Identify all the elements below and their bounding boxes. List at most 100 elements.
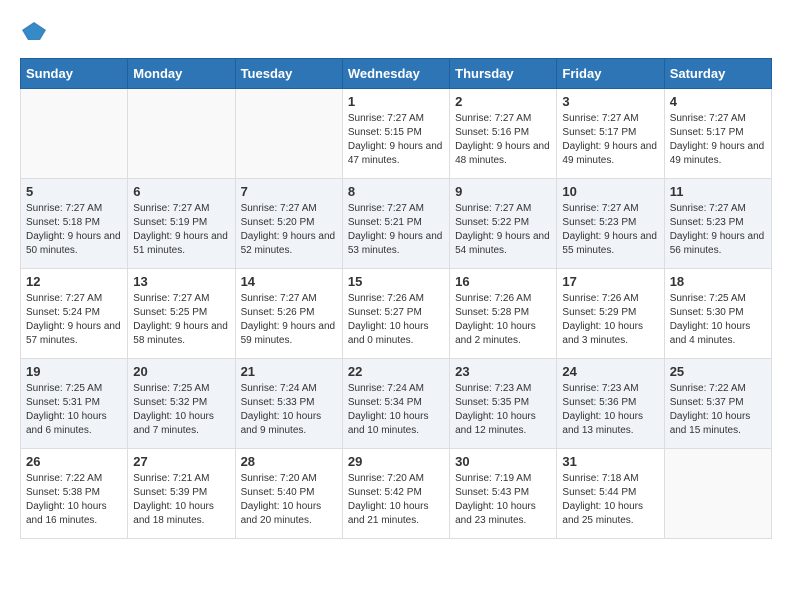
weekday-header-wednesday: Wednesday (342, 59, 449, 89)
day-number: 31 (562, 454, 658, 469)
logo-icon (20, 20, 48, 42)
day-number: 26 (26, 454, 122, 469)
day-content: Sunrise: 7:19 AM Sunset: 5:43 PM Dayligh… (455, 472, 551, 528)
calendar-cell: 20 Sunrise: 7:25 AM Sunset: 5:32 PM Dayli… (128, 359, 235, 449)
day-number: 3 (562, 94, 658, 109)
calendar-cell: 11Sunrise: 7:27 AM Sunset: 5:23 PM Dayli… (664, 179, 771, 269)
day-number: 23 (455, 364, 551, 379)
calendar-cell: 13 Sunrise: 7:27 AM Sunset: 5:25 PM Dayli… (128, 269, 235, 359)
day-content: Sunrise: 7:25 AM Sunset: 5:30 PM Dayligh… (670, 292, 766, 348)
day-content: Sunrise: 7:26 AM Sunset: 5:28 PM Dayligh… (455, 292, 551, 348)
logo (20, 20, 52, 42)
day-content: Sunrise: 7:20 AM Sunset: 5:40 PM Dayligh… (241, 472, 337, 528)
calendar-cell: 23 Sunrise: 7:23 AM Sunset: 5:35 PM Dayli… (450, 359, 557, 449)
day-number: 20 (133, 364, 229, 379)
day-content: Sunrise: 7:27 AM Sunset: 5:22 PM Dayligh… (455, 202, 551, 258)
calendar-cell: 15 Sunrise: 7:26 AM Sunset: 5:27 PM Dayli… (342, 269, 449, 359)
day-number: 21 (241, 364, 337, 379)
page-header (20, 20, 772, 42)
day-number: 4 (670, 94, 766, 109)
day-content: Sunrise: 7:27 AM Sunset: 5:23 PM Dayligh… (562, 202, 658, 258)
calendar-cell: 6 Sunrise: 7:27 AM Sunset: 5:19 PM Daylig… (128, 179, 235, 269)
day-content: Sunrise: 7:27 AM Sunset: 5:20 PM Dayligh… (241, 202, 337, 258)
day-content: Sunrise: 7:27 AM Sunset: 5:17 PM Dayligh… (670, 112, 766, 168)
calendar-cell: 21 Sunrise: 7:24 AM Sunset: 5:33 PM Dayli… (235, 359, 342, 449)
day-number: 15 (348, 274, 444, 289)
day-content: Sunrise: 7:27 AM Sunset: 5:24 PM Dayligh… (26, 292, 122, 348)
day-content: Sunrise: 7:18 AM Sunset: 5:44 PM Dayligh… (562, 472, 658, 528)
calendar-cell: 17 Sunrise: 7:26 AM Sunset: 5:29 PM Dayli… (557, 269, 664, 359)
calendar-cell (128, 89, 235, 179)
calendar-week-row: 19Sunrise: 7:25 AM Sunset: 5:31 PM Dayli… (21, 359, 772, 449)
calendar-cell: 19Sunrise: 7:25 AM Sunset: 5:31 PM Dayli… (21, 359, 128, 449)
day-number: 18 (670, 274, 766, 289)
day-number: 9 (455, 184, 551, 199)
day-content: Sunrise: 7:27 AM Sunset: 5:21 PM Dayligh… (348, 202, 444, 258)
calendar-week-row: 12 Sunrise: 7:27 AM Sunset: 5:24 PM Dayli… (21, 269, 772, 359)
weekday-header-tuesday: Tuesday (235, 59, 342, 89)
calendar-cell: 28 Sunrise: 7:20 AM Sunset: 5:40 PM Dayli… (235, 449, 342, 539)
calendar-week-row: 5 Sunrise: 7:27 AM Sunset: 5:18 PM Daylig… (21, 179, 772, 269)
weekday-header-friday: Friday (557, 59, 664, 89)
day-number: 29 (348, 454, 444, 469)
day-number: 14 (241, 274, 337, 289)
day-content: Sunrise: 7:27 AM Sunset: 5:15 PM Dayligh… (348, 112, 444, 168)
calendar-cell: 24 Sunrise: 7:23 AM Sunset: 5:36 PM Dayli… (557, 359, 664, 449)
day-content: Sunrise: 7:20 AM Sunset: 5:42 PM Dayligh… (348, 472, 444, 528)
day-number: 19 (26, 364, 122, 379)
day-content: Sunrise: 7:27 AM Sunset: 5:17 PM Dayligh… (562, 112, 658, 168)
calendar-cell: 3 Sunrise: 7:27 AM Sunset: 5:17 PM Daylig… (557, 89, 664, 179)
day-number: 24 (562, 364, 658, 379)
calendar-cell: 1 Sunrise: 7:27 AM Sunset: 5:15 PM Daylig… (342, 89, 449, 179)
day-number: 16 (455, 274, 551, 289)
day-number: 2 (455, 94, 551, 109)
day-number: 22 (348, 364, 444, 379)
day-number: 6 (133, 184, 229, 199)
day-number: 13 (133, 274, 229, 289)
day-number: 7 (241, 184, 337, 199)
calendar-cell: 5 Sunrise: 7:27 AM Sunset: 5:18 PM Daylig… (21, 179, 128, 269)
day-number: 5 (26, 184, 122, 199)
day-content: Sunrise: 7:24 AM Sunset: 5:34 PM Dayligh… (348, 382, 444, 438)
day-content: Sunrise: 7:27 AM Sunset: 5:25 PM Dayligh… (133, 292, 229, 348)
day-number: 28 (241, 454, 337, 469)
day-content: Sunrise: 7:22 AM Sunset: 5:38 PM Dayligh… (26, 472, 122, 528)
day-number: 12 (26, 274, 122, 289)
day-content: Sunrise: 7:23 AM Sunset: 5:35 PM Dayligh… (455, 382, 551, 438)
calendar-cell: 14 Sunrise: 7:27 AM Sunset: 5:26 PM Dayli… (235, 269, 342, 359)
calendar-cell: 8Sunrise: 7:27 AM Sunset: 5:21 PM Daylig… (342, 179, 449, 269)
day-content: Sunrise: 7:23 AM Sunset: 5:36 PM Dayligh… (562, 382, 658, 438)
day-content: Sunrise: 7:27 AM Sunset: 5:23 PM Dayligh… (670, 202, 766, 258)
weekday-header-sunday: Sunday (21, 59, 128, 89)
day-number: 17 (562, 274, 658, 289)
day-number: 25 (670, 364, 766, 379)
day-content: Sunrise: 7:27 AM Sunset: 5:26 PM Dayligh… (241, 292, 337, 348)
calendar-week-row: 1 Sunrise: 7:27 AM Sunset: 5:15 PM Daylig… (21, 89, 772, 179)
day-number: 27 (133, 454, 229, 469)
weekday-header-thursday: Thursday (450, 59, 557, 89)
day-content: Sunrise: 7:26 AM Sunset: 5:29 PM Dayligh… (562, 292, 658, 348)
weekday-header-saturday: Saturday (664, 59, 771, 89)
calendar-cell: 10Sunrise: 7:27 AM Sunset: 5:23 PM Dayli… (557, 179, 664, 269)
calendar-cell: 2Sunrise: 7:27 AM Sunset: 5:16 PM Daylig… (450, 89, 557, 179)
calendar-cell: 25Sunrise: 7:22 AM Sunset: 5:37 PM Dayli… (664, 359, 771, 449)
day-content: Sunrise: 7:26 AM Sunset: 5:27 PM Dayligh… (348, 292, 444, 348)
calendar-cell: 16 Sunrise: 7:26 AM Sunset: 5:28 PM Dayli… (450, 269, 557, 359)
calendar-cell: 7 Sunrise: 7:27 AM Sunset: 5:20 PM Daylig… (235, 179, 342, 269)
calendar-cell: 18 Sunrise: 7:25 AM Sunset: 5:30 PM Dayli… (664, 269, 771, 359)
day-content: Sunrise: 7:27 AM Sunset: 5:19 PM Dayligh… (133, 202, 229, 258)
calendar-week-row: 26 Sunrise: 7:22 AM Sunset: 5:38 PM Dayli… (21, 449, 772, 539)
calendar-cell: 30 Sunrise: 7:19 AM Sunset: 5:43 PM Dayli… (450, 449, 557, 539)
day-number: 30 (455, 454, 551, 469)
day-content: Sunrise: 7:24 AM Sunset: 5:33 PM Dayligh… (241, 382, 337, 438)
day-content: Sunrise: 7:27 AM Sunset: 5:18 PM Dayligh… (26, 202, 122, 258)
calendar-cell: 22 Sunrise: 7:24 AM Sunset: 5:34 PM Dayli… (342, 359, 449, 449)
weekday-header-row: SundayMondayTuesdayWednesdayThursdayFrid… (21, 59, 772, 89)
day-content: Sunrise: 7:25 AM Sunset: 5:32 PM Dayligh… (133, 382, 229, 438)
calendar-table: SundayMondayTuesdayWednesdayThursdayFrid… (20, 58, 772, 539)
calendar-cell (235, 89, 342, 179)
calendar-cell: 31 Sunrise: 7:18 AM Sunset: 5:44 PM Dayli… (557, 449, 664, 539)
day-content: Sunrise: 7:21 AM Sunset: 5:39 PM Dayligh… (133, 472, 229, 528)
calendar-cell (21, 89, 128, 179)
day-number: 1 (348, 94, 444, 109)
